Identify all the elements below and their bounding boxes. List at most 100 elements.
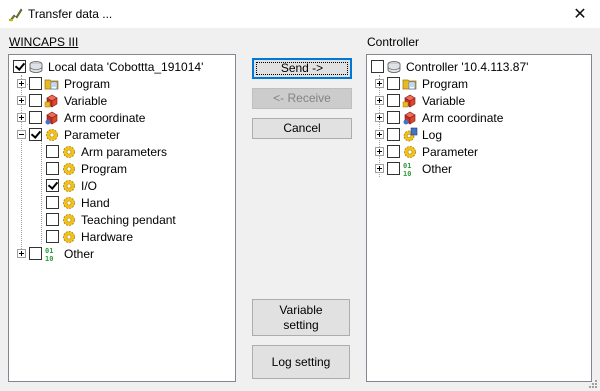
checkbox[interactable] bbox=[29, 128, 42, 141]
tree-item-arm-parameters[interactable]: Arm parameters bbox=[46, 143, 167, 160]
collapse-icon[interactable] bbox=[17, 130, 26, 139]
tree-label: Other bbox=[422, 161, 453, 176]
tree-item-program[interactable]: Program bbox=[375, 75, 468, 92]
tree-item-other[interactable]: 01 10 Other bbox=[17, 245, 94, 262]
log-setting-button[interactable]: Log setting bbox=[252, 345, 350, 379]
close-icon: ✕ bbox=[573, 6, 587, 23]
title-bar: Transfer data ... ✕ bbox=[0, 0, 600, 28]
send-button-label: Send -> bbox=[280, 61, 324, 75]
expand-icon[interactable] bbox=[375, 79, 384, 88]
tree-item-arm-coordinate[interactable]: Arm coordinate bbox=[375, 109, 503, 126]
receive-button[interactable]: <- Receive bbox=[252, 88, 352, 109]
checkbox[interactable] bbox=[29, 247, 42, 260]
parameter-gear-icon bbox=[402, 144, 418, 160]
local-data-tree[interactable]: Local data 'Cobottta_191014' Program Var… bbox=[8, 54, 236, 382]
svg-text:10: 10 bbox=[403, 170, 411, 177]
expand-icon[interactable] bbox=[375, 130, 384, 139]
resize-grip-icon[interactable] bbox=[586, 377, 598, 389]
checkbox[interactable] bbox=[46, 179, 59, 192]
right-group-label: Controller bbox=[367, 35, 419, 49]
expand-icon[interactable] bbox=[17, 113, 26, 122]
tree-label: Arm coordinate bbox=[422, 110, 504, 125]
checkbox[interactable] bbox=[387, 128, 400, 141]
expand-icon[interactable] bbox=[17, 249, 26, 258]
svg-text:01: 01 bbox=[403, 162, 411, 170]
tree-label: Hardware bbox=[81, 229, 134, 244]
controller-tree[interactable]: Controller '10.4.113.87' Program Variabl… bbox=[366, 54, 592, 382]
tree-label: Parameter bbox=[422, 144, 479, 159]
checkbox[interactable] bbox=[29, 77, 42, 90]
checkbox[interactable] bbox=[13, 60, 26, 73]
tree-label: Log bbox=[422, 127, 443, 142]
expand-icon[interactable] bbox=[17, 96, 26, 105]
tree-label: Program bbox=[64, 76, 111, 91]
tree-label: I/O bbox=[81, 178, 98, 193]
tree-item-variable[interactable]: Variable bbox=[375, 92, 465, 109]
tree-label: Arm parameters bbox=[81, 144, 168, 159]
close-button[interactable]: ✕ bbox=[560, 0, 600, 28]
svg-text:10: 10 bbox=[45, 255, 53, 262]
checkbox[interactable] bbox=[387, 145, 400, 158]
receive-button-label: <- Receive bbox=[273, 91, 331, 105]
tree-label: Parameter bbox=[64, 127, 121, 142]
expand-icon[interactable] bbox=[375, 147, 384, 156]
tree-item-hand[interactable]: Hand bbox=[46, 194, 110, 211]
checkbox[interactable] bbox=[387, 77, 400, 90]
checkbox[interactable] bbox=[387, 111, 400, 124]
tree-label: Teaching pendant bbox=[81, 212, 176, 227]
tree-item-variable[interactable]: Variable bbox=[17, 92, 107, 109]
tree-label: Local data 'Cobottta_191014' bbox=[48, 59, 204, 74]
checkbox[interactable] bbox=[46, 145, 59, 158]
expand-icon[interactable] bbox=[375, 113, 384, 122]
tree-item-teaching-pendant[interactable]: Teaching pendant bbox=[46, 211, 176, 228]
tree-item-parameter[interactable]: Parameter bbox=[17, 126, 120, 143]
database-icon bbox=[386, 59, 402, 75]
parameter-gear-icon bbox=[61, 229, 77, 245]
checkbox[interactable] bbox=[387, 94, 400, 107]
checkbox[interactable] bbox=[29, 111, 42, 124]
left-group-label-text: WINCAPS III bbox=[9, 35, 79, 49]
database-icon bbox=[28, 59, 44, 75]
tree-item-parameter-program[interactable]: Program bbox=[46, 160, 127, 177]
tree-label: Other bbox=[64, 246, 95, 261]
log-setting-button-label: Log setting bbox=[271, 354, 331, 369]
checkbox[interactable] bbox=[46, 196, 59, 209]
parameter-gear-icon bbox=[61, 212, 77, 228]
binary-icon: 01 10 bbox=[44, 246, 60, 262]
log-gear-icon bbox=[402, 127, 418, 143]
checkbox[interactable] bbox=[371, 60, 384, 73]
tree-item-io[interactable]: I/O bbox=[46, 177, 97, 194]
parameter-gear-icon bbox=[61, 144, 77, 160]
parameter-gear-icon bbox=[61, 195, 77, 211]
right-group-label-text: Controller bbox=[367, 35, 420, 49]
cancel-button[interactable]: Cancel bbox=[252, 118, 352, 139]
tree-item-log[interactable]: Log bbox=[375, 126, 442, 143]
parameter-gear-icon bbox=[44, 127, 60, 143]
app-icon bbox=[9, 8, 23, 22]
tree-label: Arm coordinate bbox=[64, 110, 146, 125]
tree-item-hardware[interactable]: Hardware bbox=[46, 228, 133, 245]
program-folder-icon bbox=[402, 76, 418, 92]
expand-icon[interactable] bbox=[17, 79, 26, 88]
tree-label: Variable bbox=[64, 93, 108, 108]
variable-setting-button[interactable]: Variable setting bbox=[252, 299, 350, 336]
checkbox[interactable] bbox=[46, 230, 59, 243]
expand-icon[interactable] bbox=[375, 164, 384, 173]
tree-item-other[interactable]: 01 10 Other bbox=[375, 160, 452, 177]
parameter-gear-icon bbox=[61, 178, 77, 194]
tree-item-arm-coordinate[interactable]: Arm coordinate bbox=[17, 109, 145, 126]
window-title: Transfer data ... bbox=[28, 7, 113, 21]
send-button[interactable]: Send -> bbox=[252, 58, 352, 79]
tree-root-local[interactable]: Local data 'Cobottta_191014' bbox=[13, 58, 203, 75]
checkbox[interactable] bbox=[46, 162, 59, 175]
tree-label: Hand bbox=[81, 195, 110, 210]
tree-item-parameter[interactable]: Parameter bbox=[375, 143, 478, 160]
expand-icon[interactable] bbox=[375, 96, 384, 105]
checkbox[interactable] bbox=[46, 213, 59, 226]
variable-cube-icon bbox=[44, 93, 60, 109]
tree-root-controller[interactable]: Controller '10.4.113.87' bbox=[371, 58, 528, 75]
cancel-button-label: Cancel bbox=[283, 121, 321, 135]
tree-item-program[interactable]: Program bbox=[17, 75, 110, 92]
checkbox[interactable] bbox=[387, 162, 400, 175]
checkbox[interactable] bbox=[29, 94, 42, 107]
